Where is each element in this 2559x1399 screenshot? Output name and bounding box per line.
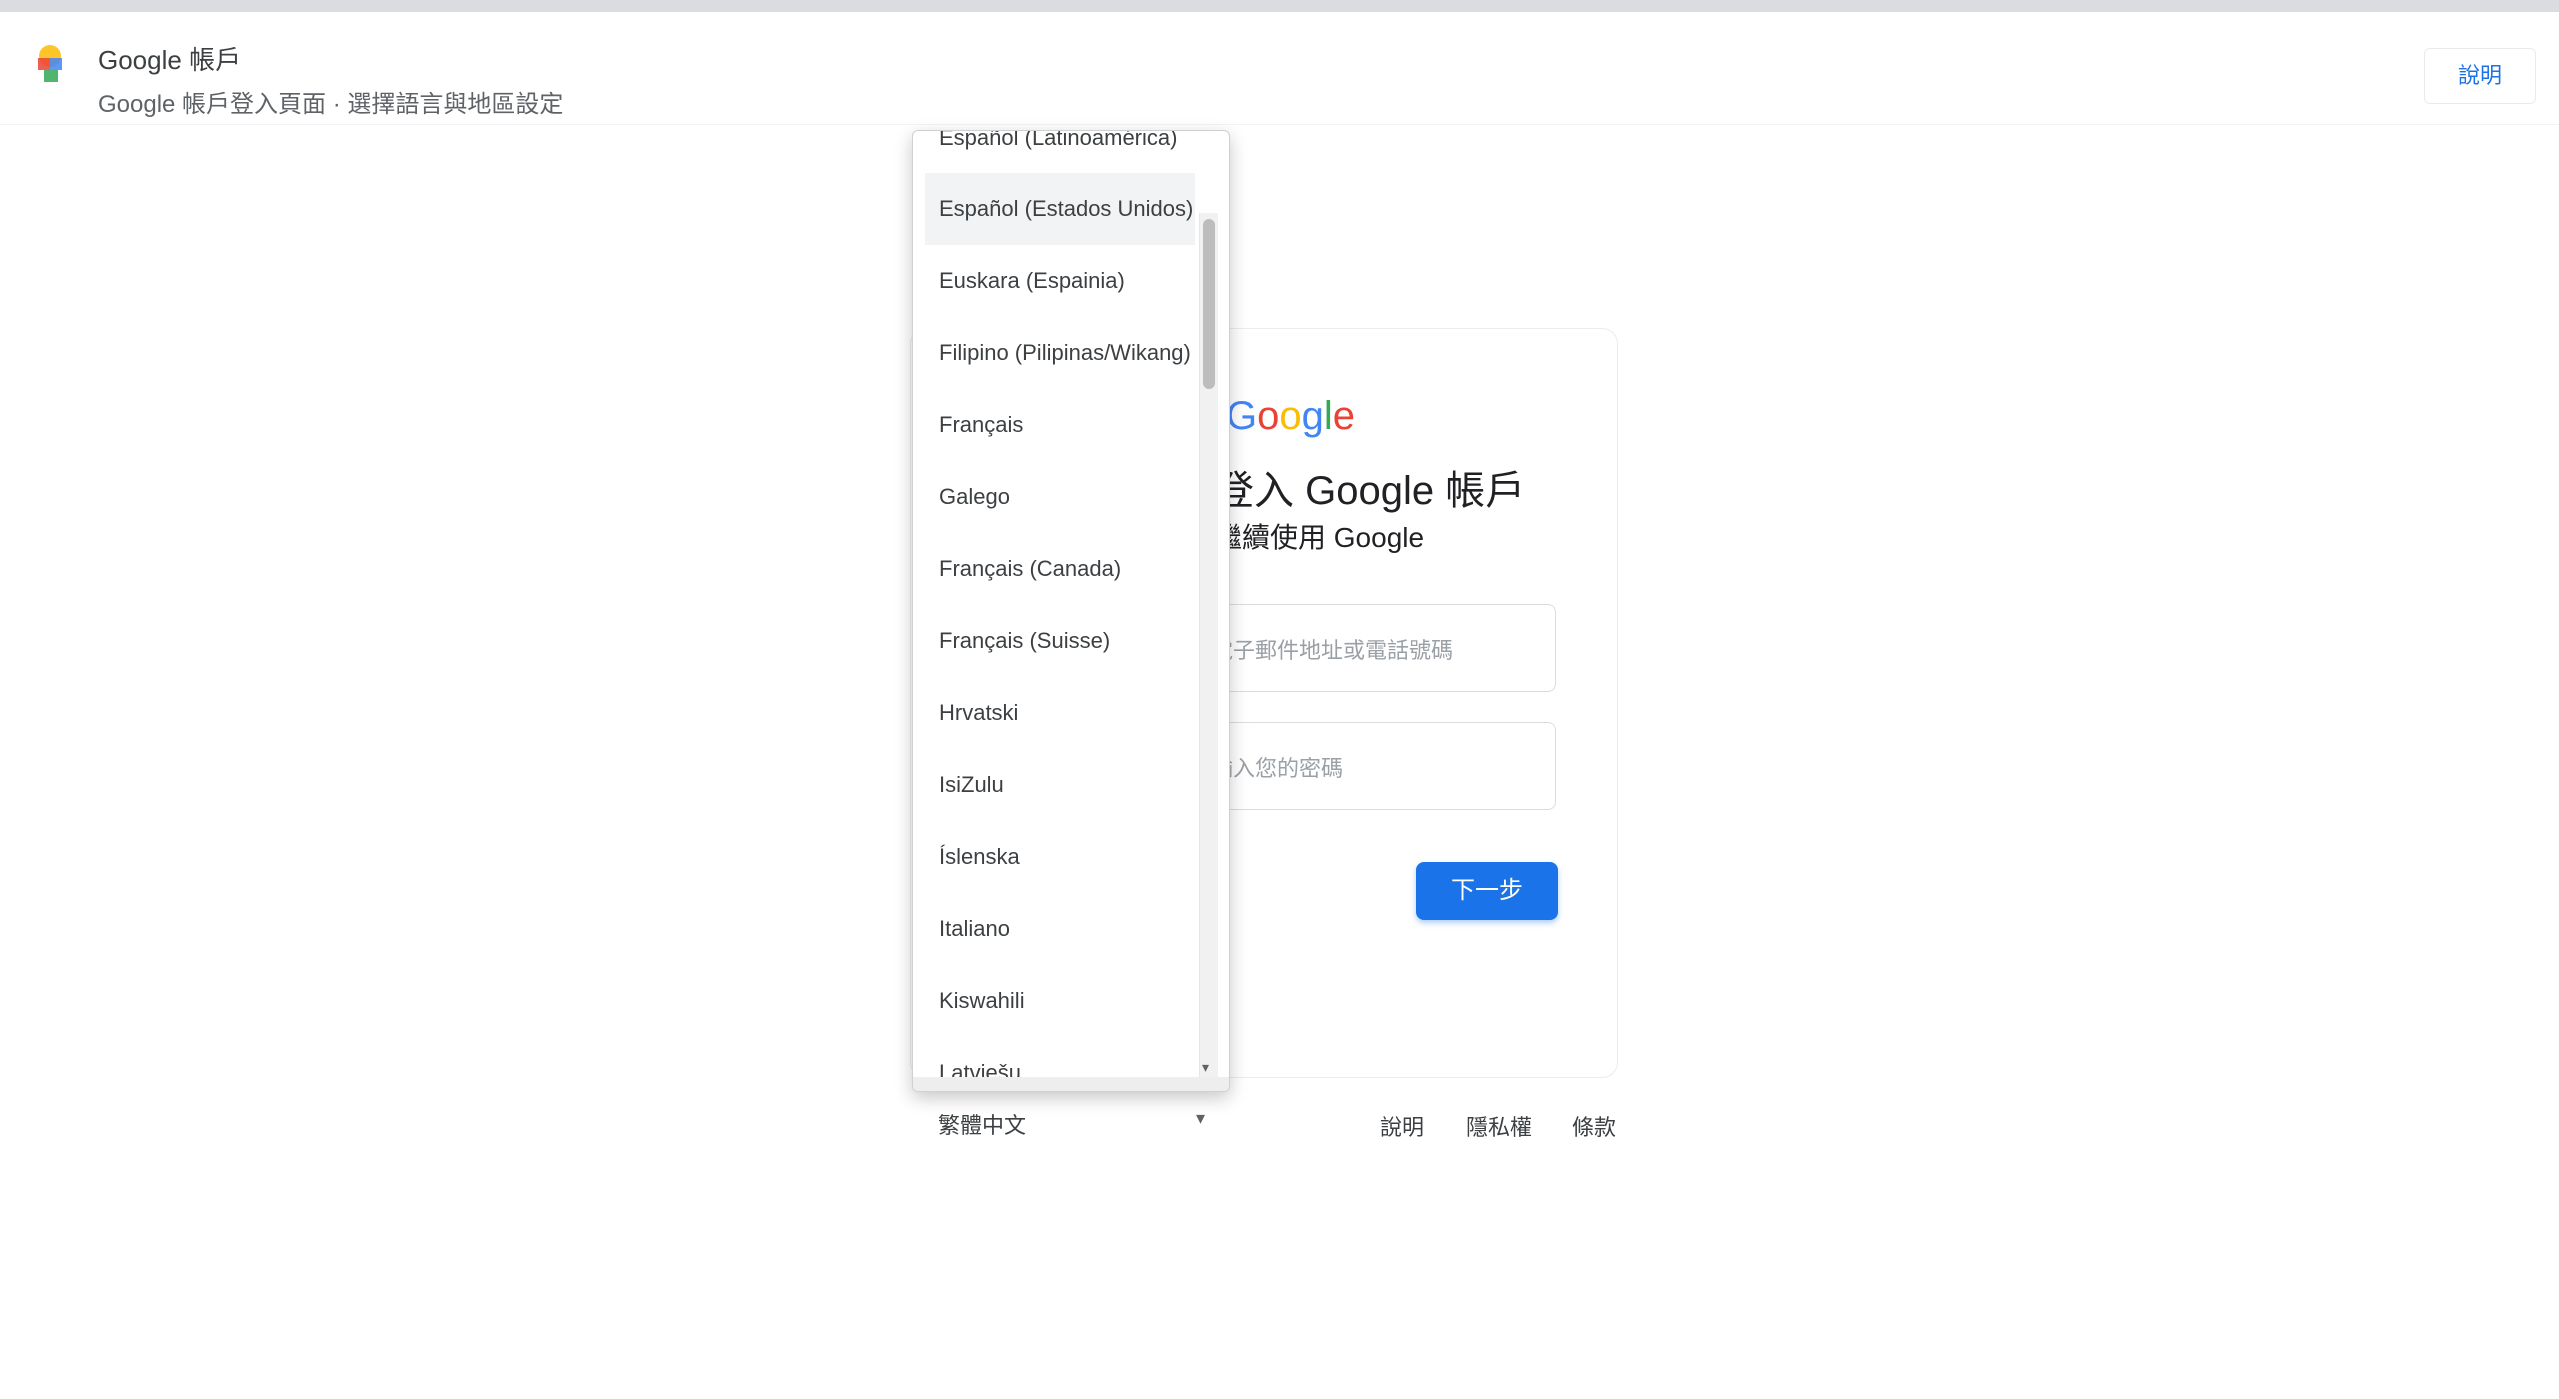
help-button[interactable]: 說明 — [2424, 48, 2536, 104]
google-logo: Google — [1226, 394, 1356, 438]
footer-link-help[interactable]: 說明 — [1380, 1110, 1424, 1142]
language-option[interactable]: Français — [925, 389, 1195, 461]
language-option[interactable]: Français (Suisse) — [925, 605, 1195, 677]
app-title: Google 帳戶 — [98, 45, 242, 75]
language-option[interactable]: Italiano — [925, 893, 1195, 965]
language-option[interactable]: Español (Latinoamérica) — [925, 131, 1195, 173]
password-field[interactable]: 輸入您的密碼 — [1190, 722, 1556, 810]
signin-subtitle: 繼續使用 Google — [1214, 522, 1425, 553]
dropdown-bottom-edge — [913, 1077, 1229, 1091]
language-list: Español (Latinoamérica) Español (Estados… — [925, 131, 1195, 1083]
language-option[interactable]: IsiZulu — [925, 749, 1195, 821]
dropdown-scrollbar[interactable] — [1199, 213, 1218, 1079]
app-subtitle: Google 帳戶登入頁面 · 選擇語言與地區設定 — [98, 91, 564, 118]
language-option[interactable]: Hrvatski — [925, 677, 1195, 749]
footer-link-privacy[interactable]: 隱私權 — [1466, 1110, 1532, 1142]
browser-top-strip — [0, 0, 2559, 12]
email-field[interactable]: 電子郵件地址或電話號碼 — [1190, 604, 1556, 692]
email-placeholder: 電子郵件地址或電話號碼 — [1211, 638, 1454, 663]
language-option[interactable]: Íslenska — [925, 821, 1195, 893]
language-option-selected[interactable]: Español (Estados Unidos) — [925, 173, 1195, 245]
language-option[interactable]: Kiswahili — [925, 965, 1195, 1037]
scroll-down-arrow-icon[interactable]: ▾ — [1202, 1059, 1209, 1076]
signin-title: 登入 Google 帳戶 — [1214, 469, 1526, 513]
language-selector-value: 繁體中文 — [938, 1113, 1027, 1138]
chevron-down-icon: ▾ — [1196, 1108, 1206, 1128]
language-option[interactable]: Euskara (Espainia) — [925, 245, 1195, 317]
language-option[interactable]: Filipino (Pilipinas/Wikang) — [925, 317, 1195, 389]
language-option[interactable]: Galego — [925, 461, 1195, 533]
next-button[interactable]: 下一步 — [1416, 862, 1558, 920]
google-account-logo-icon — [24, 36, 76, 88]
footer-link-terms[interactable]: 條款 — [1572, 1110, 1616, 1142]
app-header: Google 帳戶 Google 帳戶登入頁面 · 選擇語言與地區設定 說明 — [0, 12, 2559, 125]
language-selector[interactable]: 繁體中文 ▾ — [938, 1108, 1218, 1140]
password-placeholder: 輸入您的密碼 — [1211, 756, 1344, 781]
scrollbar-thumb[interactable] — [1203, 219, 1215, 389]
language-option[interactable]: Français (Canada) — [925, 533, 1195, 605]
language-dropdown[interactable]: Español (Latinoamérica) Español (Estados… — [912, 130, 1230, 1092]
